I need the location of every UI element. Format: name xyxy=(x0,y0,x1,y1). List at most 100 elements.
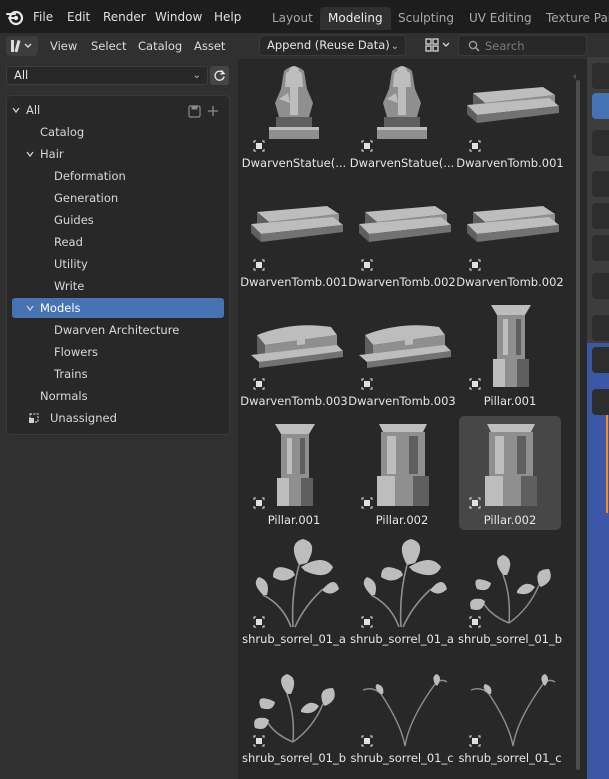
tab-layout[interactable]: Layout xyxy=(264,7,321,30)
catalog-item-trains[interactable]: Trains xyxy=(7,364,229,384)
asset-name: Pillar.001 xyxy=(267,513,321,527)
annotate-tool-button[interactable] xyxy=(592,315,609,341)
catalog-item-label: Flowers xyxy=(54,345,99,359)
catalog-item-dwarven-architecture[interactable]: Dwarven Architecture xyxy=(7,320,229,340)
viewport-header xyxy=(587,33,609,57)
asset-tile[interactable]: shrub_sorrel_01_c xyxy=(350,654,454,768)
object-type-icon xyxy=(253,616,265,628)
move-tool-button[interactable] xyxy=(592,171,609,197)
asset-tile[interactable]: Pillar.001 xyxy=(459,297,561,411)
transform-tool-button[interactable] xyxy=(592,273,609,299)
menu-edit[interactable]: Edit xyxy=(67,10,90,24)
select-tool-button[interactable] xyxy=(592,93,609,119)
top-menu-bar: File Edit Render Window Help Layout Mode… xyxy=(0,0,609,33)
menu-select[interactable]: Select xyxy=(91,39,126,53)
catalog-item-unassigned[interactable]: Unassigned xyxy=(7,408,229,428)
select-box-tool-button[interactable] xyxy=(592,63,609,89)
import-method-dropdown[interactable]: Append (Reuse Data) ⌄ xyxy=(259,35,406,56)
asset-tile[interactable]: Pillar.002 xyxy=(351,416,453,530)
blender-logo-icon[interactable] xyxy=(6,8,24,26)
display-mode-icon[interactable] xyxy=(423,36,453,55)
catalog-item-models[interactable]: Models xyxy=(12,298,224,318)
object-type-icon xyxy=(253,259,265,271)
menu-window[interactable]: Window xyxy=(155,10,202,24)
catalog-item-catalog[interactable]: Catalog xyxy=(7,122,229,142)
catalog-item-label: Trains xyxy=(54,367,88,381)
asset-tile[interactable]: DwarvenStatue(... xyxy=(242,59,346,173)
asset-library-label: All xyxy=(14,68,29,82)
asset-tile[interactable]: shrub_sorrel_01_a xyxy=(242,535,346,649)
scale-tool-button[interactable] xyxy=(592,235,609,261)
asset-tile[interactable]: Pillar.001 xyxy=(243,416,345,530)
asset-name: shrub_sorrel_01_a xyxy=(242,632,346,646)
tab-modeling[interactable]: Modeling xyxy=(320,7,391,30)
import-method-label: Append (Reuse Data) xyxy=(267,38,390,52)
object-type-icon xyxy=(469,497,481,509)
chevron-down-icon[interactable] xyxy=(26,304,34,312)
catalog-item-all[interactable]: All xyxy=(7,100,229,120)
catalog-item-label: Deformation xyxy=(54,169,126,183)
catalog-tree: All Catalog Hair Deformation Generation Guide… xyxy=(6,95,230,435)
catalog-sidebar: All ⌄ All Catalog Hair Deformation Generatio… xyxy=(0,59,238,779)
object-type-icon xyxy=(253,497,265,509)
menu-render[interactable]: Render xyxy=(103,10,146,24)
catalog-item-guides[interactable]: Guides xyxy=(7,210,229,230)
catalog-item-label: Write xyxy=(54,279,85,293)
menu-file[interactable]: File xyxy=(33,10,53,24)
refresh-library-button[interactable] xyxy=(210,66,229,85)
menu-asset[interactable]: Asset xyxy=(194,39,225,53)
catalog-item-utility[interactable]: Utility xyxy=(7,254,229,274)
asset-tile[interactable]: shrub_sorrel_01_b xyxy=(458,535,562,649)
asset-tile[interactable]: DwarvenTomb.002 xyxy=(456,178,564,292)
catalog-item-flowers[interactable]: Flowers xyxy=(7,342,229,362)
catalog-item-label: Models xyxy=(40,301,81,315)
add-cube-tool-button[interactable] xyxy=(592,389,609,415)
asset-browser-icon xyxy=(11,39,32,53)
tab-texture-paint[interactable]: Texture Pain xyxy=(538,7,609,30)
catalog-item-write[interactable]: Write xyxy=(7,276,229,296)
grid-scrollbar[interactable] xyxy=(576,80,580,770)
asset-tile[interactable]: shrub_sorrel_01_c xyxy=(458,654,562,768)
catalog-item-generation[interactable]: Generation xyxy=(7,188,229,208)
asset-tile[interactable]: DwarvenTomb.003 xyxy=(348,297,456,411)
asset-grid: DwarvenStatue(... DwarvenStatue(... Dwarve… xyxy=(238,59,587,779)
asset-tile[interactable]: Pillar.002 xyxy=(459,416,561,530)
cursor-tool-button[interactable] xyxy=(592,130,609,156)
asset-tile[interactable]: shrub_sorrel_01_a xyxy=(350,535,454,649)
asset-name: DwarvenTomb.003 xyxy=(348,394,456,408)
3d-viewport-edge xyxy=(587,33,609,779)
catalog-item-normals[interactable]: Normals xyxy=(7,386,229,406)
chevron-down-icon[interactable] xyxy=(26,150,34,158)
tab-uv-editing[interactable]: UV Editing xyxy=(461,7,540,30)
search-icon xyxy=(468,40,480,52)
rotate-tool-button[interactable] xyxy=(592,203,609,229)
menu-help[interactable]: Help xyxy=(214,10,241,24)
asset-tile[interactable]: DwarvenTomb.002 xyxy=(348,178,456,292)
asset-tile[interactable]: DwarvenTomb.001 xyxy=(456,59,564,173)
object-type-icon xyxy=(469,735,481,747)
asset-library-dropdown[interactable]: All ⌄ xyxy=(6,66,208,85)
chevron-down-icon[interactable] xyxy=(12,106,20,114)
catalog-item-deformation[interactable]: Deformation xyxy=(7,166,229,186)
catalog-item-read[interactable]: Read xyxy=(7,232,229,252)
object-type-icon xyxy=(469,140,481,152)
catalog-item-label: Unassigned xyxy=(50,411,117,425)
measure-tool-button[interactable] xyxy=(592,347,609,373)
asset-tile[interactable]: shrub_sorrel_01_b xyxy=(242,654,346,768)
refresh-icon xyxy=(214,70,226,81)
catalog-item-hair[interactable]: Hair xyxy=(7,144,229,164)
object-type-icon xyxy=(361,616,373,628)
catalog-item-label: Read xyxy=(54,235,83,249)
menu-catalog[interactable]: Catalog xyxy=(138,39,182,53)
menu-view[interactable]: View xyxy=(50,39,77,53)
object-type-icon xyxy=(361,259,373,271)
object-type-icon xyxy=(469,378,481,390)
tab-sculpting[interactable]: Sculpting xyxy=(390,7,462,30)
asset-tile[interactable]: DwarvenStatue(... xyxy=(350,59,454,173)
editor-type-selector[interactable] xyxy=(6,36,38,56)
asset-name: shrub_sorrel_01_b xyxy=(457,632,563,646)
search-input[interactable]: Search xyxy=(458,35,587,56)
asset-tile[interactable]: DwarvenTomb.001 xyxy=(240,178,348,292)
asset-tile[interactable]: DwarvenTomb.003 xyxy=(240,297,348,411)
chevron-down-icon: ⌄ xyxy=(192,70,201,81)
